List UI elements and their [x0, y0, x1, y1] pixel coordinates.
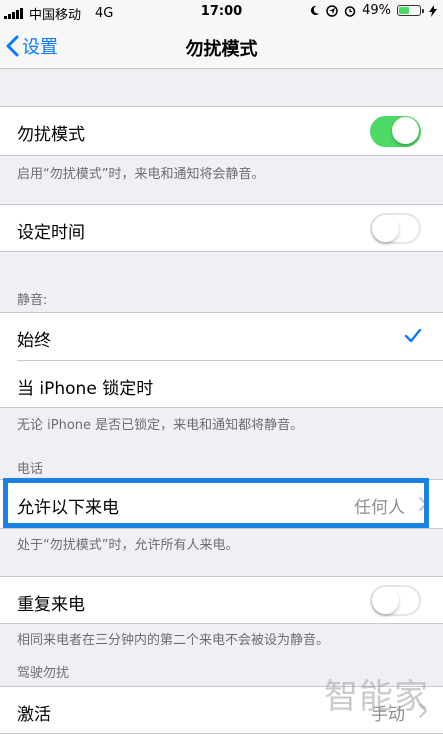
dnd-label: 勿扰模式: [17, 125, 85, 145]
location-icon: [326, 4, 338, 17]
phone-header: 电话: [17, 462, 44, 477]
toggle-knob: [372, 587, 399, 614]
silence-footer: 无论 iPhone 是否已锁定，来电和通知都将静音。: [17, 418, 304, 433]
page-title: 勿扰模式: [185, 39, 258, 60]
repeated-footer: 相同来电者在三分钟内的第二个来电不会被设为静音。: [17, 633, 330, 648]
toggle-knob: [372, 215, 399, 242]
battery-percent: 49%: [362, 3, 391, 18]
driving-header: 驾驶勿扰: [17, 666, 70, 681]
scheduled-toggle[interactable]: [370, 213, 421, 244]
status-bar: 中国移动 4G 17:00 49%: [0, 0, 443, 24]
dnd-row[interactable]: 勿扰模式: [0, 106, 443, 156]
activate-label: 激活: [17, 705, 51, 725]
charging-icon: [429, 4, 437, 17]
repeated-row[interactable]: 重复来电: [0, 576, 443, 624]
nav-bar: 设置 勿扰模式: [0, 24, 443, 69]
alarm-icon: [344, 5, 356, 17]
scheduled-row[interactable]: 设定时间: [0, 204, 443, 252]
repeated-label: 重复来电: [17, 595, 85, 615]
repeated-toggle[interactable]: [370, 585, 421, 616]
silence-group: 始终 当 iPhone 锁定时: [0, 312, 443, 408]
silence-option-locked[interactable]: 当 iPhone 锁定时: [0, 361, 443, 408]
silence-header: 静音:: [17, 293, 48, 308]
watermark: 智能家: [324, 677, 429, 717]
scheduled-label: 设定时间: [17, 223, 85, 243]
phone-footer: 处于“勿扰模式”时，允许所有人来电。: [17, 538, 239, 553]
moon-icon: [310, 5, 320, 16]
silence-option-label: 当 iPhone 锁定时: [17, 379, 154, 399]
status-right: 49%: [309, 3, 437, 18]
silence-option-label: 始终: [17, 331, 51, 351]
toggle-knob: [392, 117, 419, 144]
dnd-footer: 启用“勿扰模式”时，来电和通知将会静音。: [17, 167, 265, 182]
battery-icon: [397, 5, 424, 16]
dnd-toggle[interactable]: [370, 116, 421, 147]
silence-option-always[interactable]: 始终: [0, 313, 443, 360]
checkmark-icon: [405, 329, 421, 342]
highlight-box: [3, 478, 429, 528]
